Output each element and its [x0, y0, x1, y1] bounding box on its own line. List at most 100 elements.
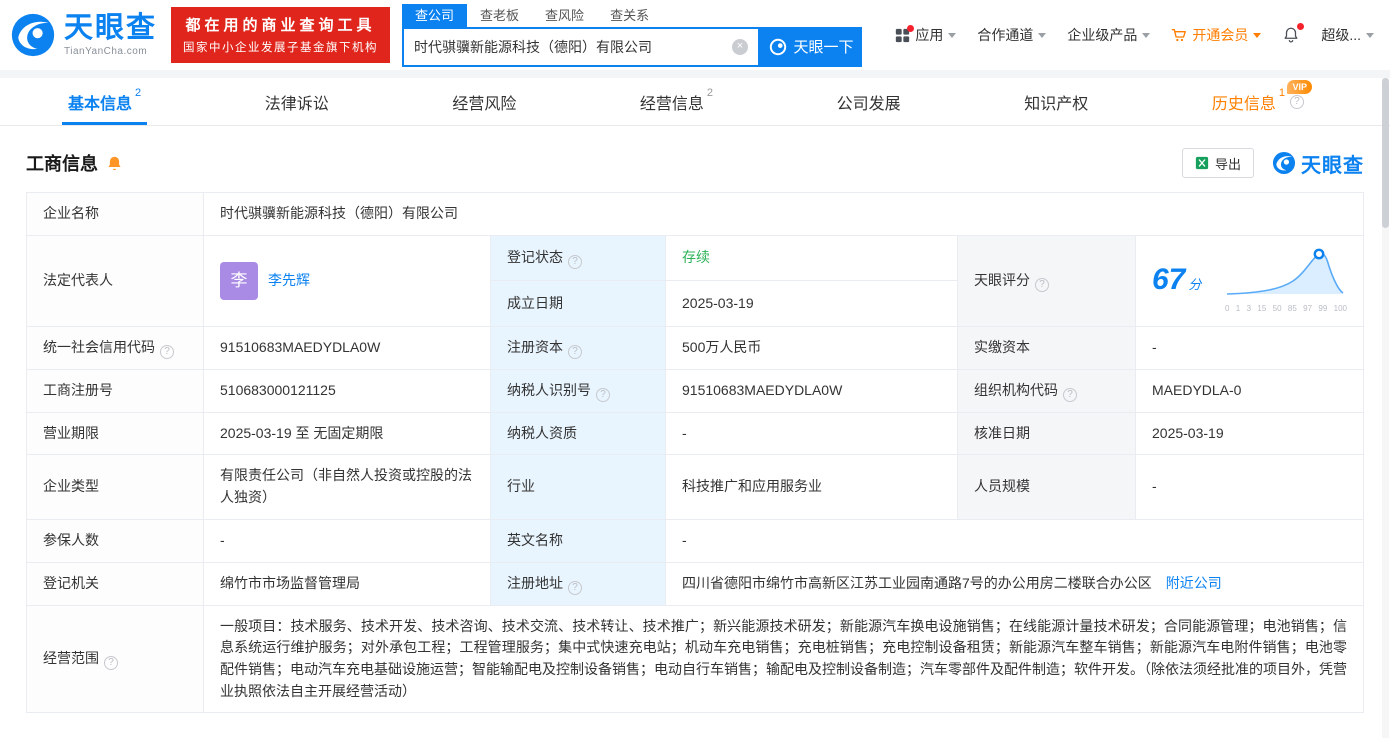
- nav-membership[interactable]: 开通会员: [1171, 25, 1261, 45]
- value-org-code: MAEDYDLA-0: [1136, 369, 1364, 412]
- value-approval-date: 2025-03-19: [1136, 412, 1364, 455]
- score-axis: 0131550859799100: [1225, 303, 1347, 315]
- help-icon[interactable]: ?: [568, 255, 582, 269]
- logo-subtext: TianYanCha.com: [64, 47, 157, 57]
- search-button-eye-icon: [769, 38, 787, 56]
- nav-apps[interactable]: 应用: [895, 25, 956, 45]
- value-business-term: 2025-03-19 至 无固定期限: [204, 412, 491, 455]
- label-english-name: 英文名称: [491, 519, 666, 562]
- nav-apps-label: 应用: [915, 25, 943, 45]
- tianyancha-logo[interactable]: 天眼查 TianYanCha.com: [10, 12, 157, 58]
- label-reg-status: 登记状态?: [491, 235, 666, 281]
- help-icon[interactable]: ?: [1035, 278, 1049, 292]
- tianyancha-eye-icon: [1272, 151, 1296, 175]
- value-reg-status: 存续: [666, 235, 958, 281]
- chevron-down-icon: [948, 33, 956, 42]
- vip-badge: VIP: [1287, 80, 1312, 94]
- label-business-term: 营业期限: [27, 412, 204, 455]
- label-org-code: 组织机构代码?: [958, 369, 1136, 412]
- chevron-down-icon: [1366, 33, 1374, 42]
- nav-account-label: 超级...: [1321, 25, 1361, 45]
- nav-account[interactable]: 超级...: [1321, 25, 1374, 45]
- brand-watermark: 天眼查: [1272, 149, 1364, 178]
- promo-banner-line2: 国家中小企业发展子基金旗下机构: [183, 39, 378, 55]
- export-button[interactable]: 导出: [1182, 148, 1254, 178]
- help-icon[interactable]: ?: [1290, 95, 1304, 109]
- search-button-label: 天眼一下: [794, 36, 854, 57]
- logo-text: 天眼查: [64, 14, 157, 43]
- promo-banner-line1: 都在用的商业查询工具: [183, 14, 378, 35]
- tab-badge: 2: [707, 87, 713, 99]
- help-icon[interactable]: ?: [568, 345, 582, 359]
- search-button[interactable]: 天眼一下: [760, 27, 862, 67]
- label-company-type: 企业类型: [27, 455, 204, 519]
- section-title: 工商信息: [26, 150, 98, 176]
- help-icon[interactable]: ?: [1063, 388, 1077, 402]
- help-icon[interactable]: ?: [568, 581, 582, 595]
- help-icon[interactable]: ?: [104, 656, 118, 670]
- value-credit-code: 91510683MAEDYDLA0W: [204, 326, 491, 369]
- chevron-down-icon: [1038, 33, 1046, 42]
- value-reg-authority: 绵竹市市场监督管理局: [204, 562, 491, 605]
- search-area: 查公司 查老板 查风险 查关系 × 天眼一下: [402, 4, 862, 67]
- header-divider: [0, 70, 1390, 78]
- search-tab-boss[interactable]: 查老板: [467, 4, 532, 27]
- help-icon[interactable]: ?: [596, 388, 610, 402]
- search-tab-company[interactable]: 查公司: [402, 4, 467, 27]
- search-type-tabs: 查公司 查老板 查风险 查关系: [402, 4, 862, 27]
- tab-badge: 1: [1279, 87, 1285, 99]
- top-header: 天眼查 TianYanCha.com 都在用的商业查询工具 国家中小企业发展子基…: [0, 0, 1390, 70]
- value-taxpayer-id: 91510683MAEDYDLA0W: [666, 369, 958, 412]
- value-company-type: 有限责任公司（非自然人投资或控股的法人独资）: [204, 455, 491, 519]
- value-taxpayer-quality: -: [666, 412, 958, 455]
- tianyancha-eye-icon: [10, 12, 56, 58]
- tab-operation-risk[interactable]: 经营风险: [446, 78, 522, 125]
- nearby-companies-link[interactable]: 附近公司: [1166, 575, 1222, 591]
- legal-rep-link[interactable]: 李先辉: [268, 270, 310, 292]
- alert-bell-icon[interactable]: [106, 155, 123, 172]
- value-reg-number: 510683000121125: [204, 369, 491, 412]
- search-tab-risk[interactable]: 查风险: [532, 4, 597, 27]
- tab-intellectual-property[interactable]: 知识产权: [1018, 78, 1094, 125]
- label-establish-date: 成立日期: [491, 281, 666, 326]
- main-content: 工商信息 导出 天眼查 企业名称 时代: [0, 126, 1390, 713]
- nav-notifications[interactable]: [1282, 26, 1300, 44]
- label-company-name: 企业名称: [27, 193, 204, 236]
- tab-company-development[interactable]: 公司发展: [831, 78, 907, 125]
- label-reg-number: 工商注册号: [27, 369, 204, 412]
- label-approval-date: 核准日期: [958, 412, 1136, 455]
- nav-enterprise-product-label: 企业级产品: [1067, 25, 1137, 45]
- label-score: 天眼评分?: [958, 235, 1136, 326]
- label-taxpayer-id: 纳税人识别号?: [491, 369, 666, 412]
- label-legal-rep: 法定代表人: [27, 235, 204, 326]
- grid-icon: [895, 28, 910, 43]
- cart-icon: [1171, 27, 1187, 43]
- value-insured-count: -: [204, 519, 491, 562]
- value-reg-capital: 500万人民币: [666, 326, 958, 369]
- search-tab-relation[interactable]: 查关系: [597, 4, 662, 27]
- chevron-down-icon: [1142, 33, 1150, 42]
- tab-legal-litigation[interactable]: 法律诉讼: [259, 78, 335, 125]
- value-paid-capital: -: [1136, 326, 1364, 369]
- tab-business-info[interactable]: 经营信息2: [634, 78, 719, 125]
- search-input[interactable]: [404, 39, 732, 55]
- scrollbar[interactable]: [1382, 78, 1389, 738]
- table-row: 企业名称 时代骐骥新能源科技（德阳）有限公司: [27, 193, 1364, 236]
- table-row: 统一社会信用代码? 91510683MAEDYDLA0W 注册资本? 500万人…: [27, 326, 1364, 369]
- value-industry: 科技推广和应用服务业: [666, 455, 958, 519]
- legal-rep-avatar[interactable]: 李: [220, 262, 258, 300]
- value-score: 67分 0131550859799100: [1136, 235, 1364, 326]
- promo-banner: 都在用的商业查询工具 国家中小企业发展子基金旗下机构: [171, 7, 390, 63]
- company-tabs: 基本信息2 法律诉讼 经营风险 经营信息2 公司发展 知识产权 VIP 历史信息…: [0, 78, 1390, 126]
- help-icon[interactable]: ?: [160, 345, 174, 359]
- table-row: 参保人数 - 英文名称 -: [27, 519, 1364, 562]
- nav-membership-label: 开通会员: [1192, 25, 1248, 45]
- scrollbar-thumb[interactable]: [1382, 78, 1389, 228]
- clear-icon[interactable]: ×: [732, 39, 748, 55]
- nav-enterprise-product[interactable]: 企业级产品: [1067, 25, 1150, 45]
- label-reg-authority: 登记机关: [27, 562, 204, 605]
- tab-history-info[interactable]: VIP 历史信息1 ?: [1206, 78, 1328, 125]
- label-business-scope: 经营范围?: [27, 605, 204, 713]
- nav-cooperation[interactable]: 合作通道: [977, 25, 1046, 45]
- tab-basic-info[interactable]: 基本信息2: [62, 78, 147, 125]
